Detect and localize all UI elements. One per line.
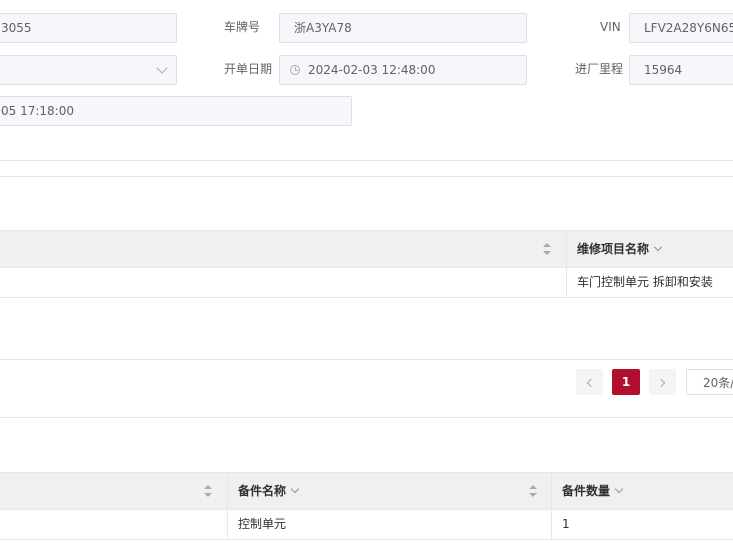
first-field: 3055	[0, 13, 177, 43]
divider	[0, 176, 733, 177]
table-row: 控制单元 1	[0, 510, 733, 540]
part-name-header-label: 备件名称	[238, 484, 287, 498]
repair-table-header: 维修项目名称	[0, 230, 733, 268]
column-divider	[551, 510, 552, 539]
page-size-select[interactable]: 20条/	[686, 369, 733, 395]
column-divider	[227, 473, 228, 509]
sort-icon[interactable]	[204, 485, 212, 497]
table-row: 车门控制单元 拆卸和安装	[0, 268, 733, 298]
column-divider	[566, 231, 567, 267]
mileage-field: 15964	[629, 55, 733, 85]
sort-icon[interactable]	[543, 243, 551, 255]
chevron-down-icon	[156, 62, 168, 74]
chevron-right-icon	[656, 378, 666, 388]
repair-name-header-label: 维修项目名称	[577, 242, 650, 256]
part-qty-header-label: 备件数量	[562, 484, 611, 498]
clock-icon	[290, 65, 300, 75]
divider	[0, 417, 733, 418]
vin-field: LFV2A28Y6N6548	[629, 13, 733, 43]
divider	[0, 359, 733, 360]
repair-name-header[interactable]: 维修项目名称	[577, 231, 663, 267]
repair-name-cell: 车门控制单元 拆卸和安装	[577, 275, 713, 289]
part-qty-cell: 1	[562, 517, 570, 531]
pagination-prev-button[interactable]	[576, 369, 603, 395]
pagination-page-1[interactable]: 1	[612, 369, 640, 395]
first-field-value: 3055	[1, 21, 32, 35]
mileage-label: 进厂里程	[575, 62, 624, 76]
vin-value: LFV2A28Y6N6548	[644, 21, 733, 35]
part-qty-header[interactable]: 备件数量	[562, 473, 624, 509]
plate-field: 浙A3YA78	[279, 13, 527, 43]
mileage-value: 15964	[644, 63, 683, 77]
open-date-label: 开单日期	[224, 62, 273, 76]
page-size-value: 20条/	[703, 376, 733, 390]
sort-icon[interactable]	[529, 485, 537, 497]
part-name-cell: 控制单元	[238, 517, 287, 531]
date-field: 05 17:18:00	[0, 96, 352, 126]
plate-value: 浙A3YA78	[294, 21, 352, 35]
open-date-value: 2024-02-03 12:48:00	[308, 63, 436, 77]
chevron-down-icon	[290, 484, 300, 494]
plate-label: 车牌号	[224, 20, 261, 34]
parts-table-header: 备件名称 备件数量	[0, 472, 733, 510]
column-divider	[566, 268, 567, 297]
pagination-next-button[interactable]	[649, 369, 676, 395]
divider	[0, 160, 733, 161]
vin-label: VIN	[600, 20, 621, 34]
select-field[interactable]	[0, 55, 177, 85]
column-divider	[551, 473, 552, 509]
chevron-down-icon	[614, 484, 624, 494]
date-value: 05 17:18:00	[1, 104, 74, 118]
open-date-field: 2024-02-03 12:48:00	[279, 55, 527, 85]
part-name-header[interactable]: 备件名称	[238, 473, 300, 509]
column-divider	[227, 510, 228, 539]
chevron-left-icon	[586, 378, 596, 388]
chevron-down-icon	[653, 242, 663, 252]
